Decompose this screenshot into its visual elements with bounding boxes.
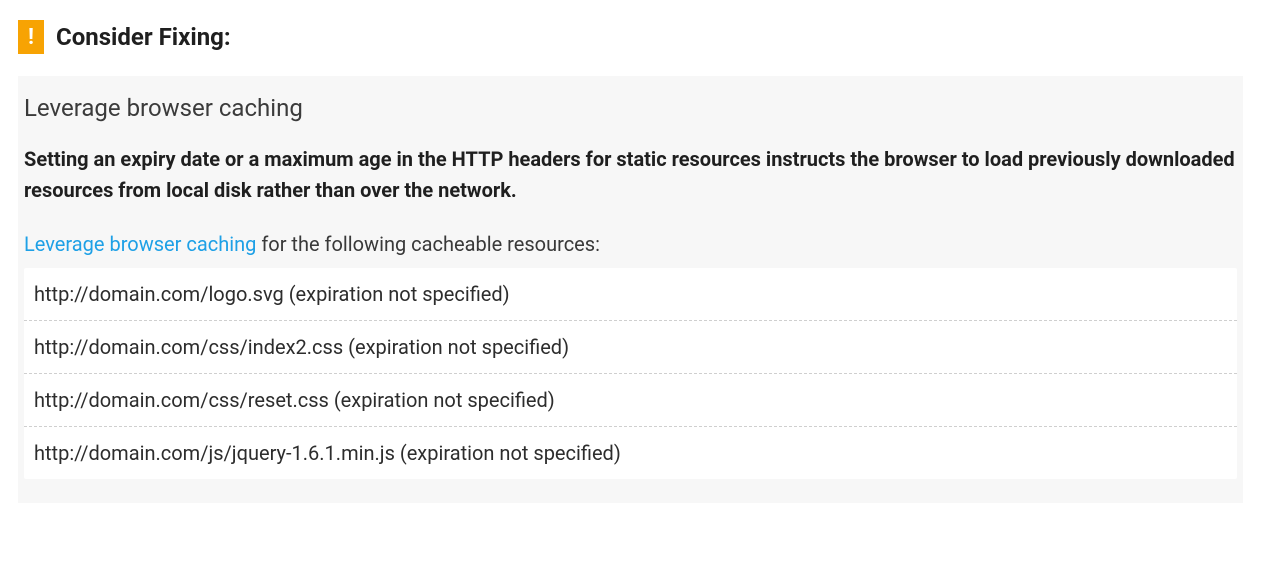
warning-icon: ! bbox=[18, 20, 44, 54]
section-title: Consider Fixing: bbox=[56, 23, 231, 51]
resource-item: http://domain.com/css/reset.css (expirat… bbox=[24, 374, 1237, 427]
resource-list: http://domain.com/logo.svg (expiration n… bbox=[24, 268, 1237, 479]
leverage-caching-link[interactable]: Leverage browser caching bbox=[24, 232, 256, 256]
section-header: ! Consider Fixing: bbox=[18, 20, 1243, 54]
rule-hint: Leverage browser caching for the followi… bbox=[24, 232, 1237, 256]
resource-item: http://domain.com/logo.svg (expiration n… bbox=[24, 268, 1237, 321]
rule-panel: Leverage browser caching Setting an expi… bbox=[18, 76, 1243, 503]
resource-item: http://domain.com/css/index2.css (expira… bbox=[24, 321, 1237, 374]
rule-hint-suffix: for the following cacheable resources: bbox=[256, 232, 600, 256]
rule-description: Setting an expiry date or a maximum age … bbox=[24, 144, 1237, 206]
resource-item: http://domain.com/js/jquery-1.6.1.min.js… bbox=[24, 427, 1237, 479]
rule-title: Leverage browser caching bbox=[24, 94, 1237, 122]
